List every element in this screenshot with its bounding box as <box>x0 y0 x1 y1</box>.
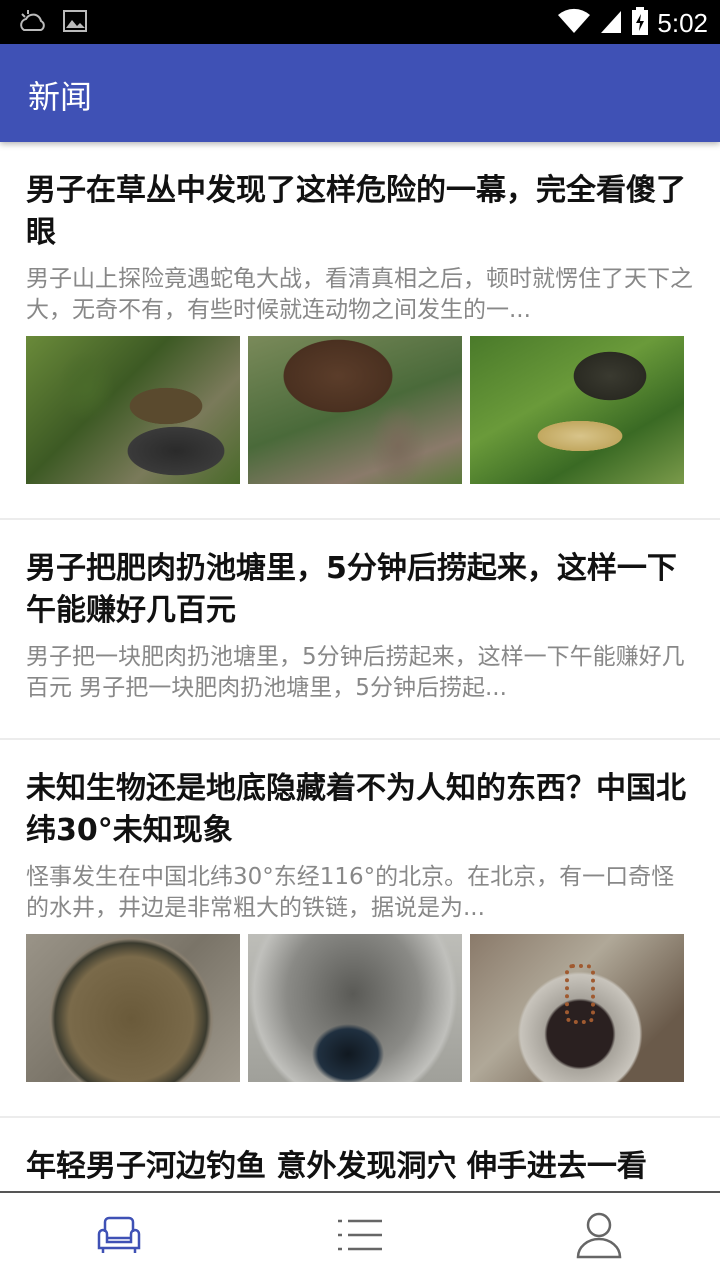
news-feed[interactable]: 男子在草丛中发现了这样危险的一幕，完全看傻了眼 男子山上探险竟遇蛇龟大战，看清真… <box>0 142 720 1192</box>
status-time: 5:02 <box>657 7 708 38</box>
app-title: 新闻 <box>28 78 93 116</box>
nav-home[interactable] <box>89 1211 149 1263</box>
app-bar: 新闻 <box>0 44 720 142</box>
news-item[interactable]: 男子在草丛中发现了这样危险的一幕，完全看傻了眼 男子山上探险竟遇蛇龟大战，看清真… <box>0 142 720 520</box>
well-chain-photo[interactable] <box>470 934 684 1082</box>
news-item[interactable]: 未知生物还是地底隐藏着不为人知的东西？中国北纬30°未知现象 怪事发生在中国北纬… <box>0 740 720 1118</box>
list-menu-icon <box>336 1217 384 1257</box>
well-interior-photo[interactable] <box>248 934 462 1082</box>
well-cover-photo[interactable] <box>26 934 240 1082</box>
snake-turtle-photo-1[interactable] <box>26 336 240 484</box>
wifi-icon <box>557 7 591 39</box>
news-title[interactable]: 未知生物还是地底隐藏着不为人知的东西？中国北纬30°未知现象 <box>26 768 694 852</box>
news-item[interactable]: 男子把肥肉扔池塘里，5分钟后捞起来，这样一下午能赚好几百元 男子把一块肥肉扔池塘… <box>0 520 720 740</box>
snake-turtle-photo-2[interactable] <box>248 336 462 484</box>
news-summary: 男子把一块肥肉扔池塘里，5分钟后捞起来，这样一下午能赚好几百元 男子把一块肥肉扔… <box>26 644 685 701</box>
news-title[interactable]: 男子把肥肉扔池塘里，5分钟后捞起来，这样一下午能赚好几百元 <box>26 548 694 632</box>
news-item[interactable]: 年轻男子河边钓鱼 意外发现洞穴 伸手进去一看 <box>0 1118 720 1192</box>
nav-list[interactable] <box>330 1211 390 1263</box>
news-title[interactable]: 男子在草丛中发现了这样危险的一幕，完全看傻了眼 <box>26 170 694 254</box>
snake-turtle-photo-3[interactable] <box>470 336 684 484</box>
news-title[interactable]: 年轻男子河边钓鱼 意外发现洞穴 伸手进去一看 <box>26 1146 694 1188</box>
news-thumbnails <box>26 934 694 1082</box>
user-profile-icon <box>575 1211 623 1263</box>
signal-icon <box>599 7 623 39</box>
status-bar: 5:02 <box>0 0 720 44</box>
news-summary: 怪事发生在中国北纬30°东经116°的北京。在北京，有一口奇怪的水井，井边是非常… <box>26 864 675 921</box>
nav-profile[interactable] <box>569 1211 629 1263</box>
image-icon <box>62 8 88 40</box>
battery-icon <box>631 6 649 40</box>
home-sofa-icon <box>95 1214 143 1260</box>
bottom-navigation <box>0 1191 720 1280</box>
news-summary: 男子山上探险竟遇蛇龟大战，看清真相之后，顿时就愣住了天下之大，无奇不有，有些时候… <box>26 266 693 323</box>
weather-icon <box>18 8 48 40</box>
news-thumbnails <box>26 336 694 484</box>
